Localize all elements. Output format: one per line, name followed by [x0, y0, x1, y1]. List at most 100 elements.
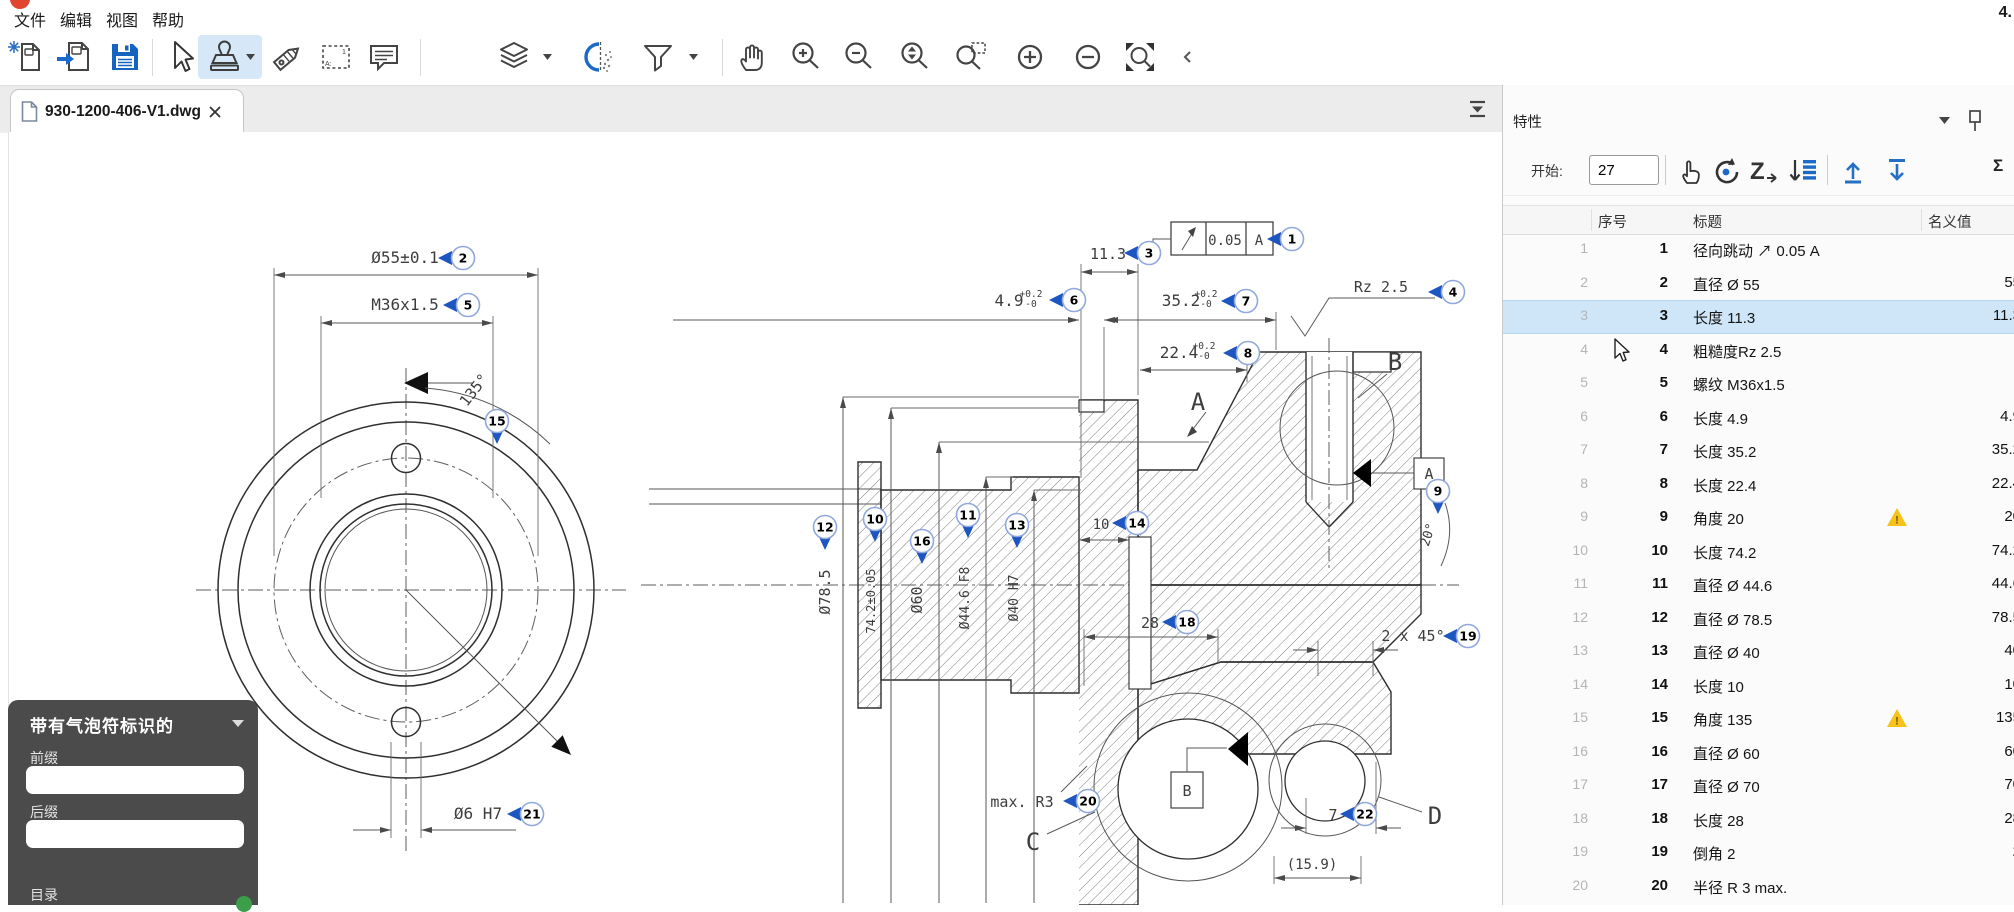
- mirror-view-button[interactable]: [578, 35, 622, 79]
- comment-button[interactable]: [362, 35, 406, 79]
- close-icon[interactable]: [208, 105, 222, 119]
- property-row-9[interactable]: 99角度 20!20: [1503, 501, 2014, 535]
- sort-list-icon[interactable]: [1787, 155, 1819, 187]
- property-row-20[interactable]: 2020半径 R 3 max.: [1503, 870, 2014, 904]
- document-tab[interactable]: 930-1200-406-V1.dwg: [10, 89, 244, 133]
- dim-text[interactable]: B: [1182, 782, 1191, 800]
- zoom-dynamic-button[interactable]: [893, 35, 937, 79]
- layers-button[interactable]: [492, 35, 536, 79]
- balloon-stamp-button[interactable]: [198, 35, 262, 79]
- collapse-toolbar-button[interactable]: [1178, 35, 1196, 79]
- dim-text[interactable]: 10: [1093, 517, 1110, 533]
- property-row-1[interactable]: 11径向跳动 ↗ 0.05 A: [1503, 233, 2014, 267]
- balloon-21[interactable]: 21: [507, 803, 544, 826]
- balloon-6[interactable]: 6: [1049, 289, 1086, 312]
- dim-text[interactable]: 135°: [456, 370, 492, 410]
- property-row-11[interactable]: 1111直径 Ø 44.644.6: [1503, 568, 2014, 602]
- property-row-19[interactable]: 1919倒角 22: [1503, 836, 2014, 870]
- balloon-8[interactable]: 8: [1223, 342, 1260, 365]
- area-select-button[interactable]: A:1: [314, 35, 358, 79]
- chevron-down-icon[interactable]: [246, 54, 255, 61]
- dim-text[interactable]: C: [1026, 828, 1040, 856]
- property-row-4[interactable]: 44粗糙度Rz 2.5: [1503, 334, 2014, 368]
- panel-collapse-icon[interactable]: [1939, 117, 1950, 125]
- balloon-20[interactable]: 20: [1063, 790, 1100, 813]
- dim-text[interactable]: max. R3: [990, 793, 1053, 811]
- property-row-3[interactable]: 33长度 11.311.3: [1503, 300, 2014, 334]
- pin-icon[interactable]: [1965, 109, 1987, 133]
- toggle-indicator[interactable]: [236, 896, 252, 912]
- zoom-in-button[interactable]: [784, 35, 828, 79]
- filter-dropdown[interactable]: [686, 35, 700, 79]
- col-seq[interactable]: 序号: [1598, 211, 1627, 232]
- property-row-5[interactable]: 55螺纹 M36x1.5: [1503, 367, 2014, 401]
- dim-text[interactable]: (15.9): [1287, 857, 1338, 873]
- property-row-14[interactable]: 1414长度 1010: [1503, 669, 2014, 703]
- dim-text[interactable]: Rz 2.5: [1354, 278, 1408, 296]
- z-order-icon[interactable]: Z: [1747, 155, 1781, 187]
- menu-view[interactable]: 视图: [106, 7, 138, 31]
- increase-button[interactable]: [1008, 35, 1052, 79]
- property-row-13[interactable]: 1313直径 Ø 4040: [1503, 635, 2014, 669]
- balloon-3[interactable]: 3: [1124, 242, 1161, 265]
- property-row-2[interactable]: 22直径 Ø 5555: [1503, 267, 2014, 301]
- property-row-8[interactable]: 88长度 22.422.4: [1503, 468, 2014, 502]
- property-row-17[interactable]: 1717直径 Ø 7070: [1503, 769, 2014, 803]
- zoom-out-button[interactable]: [837, 35, 881, 79]
- rotate-icon[interactable]: [1709, 155, 1743, 187]
- hand-pick-icon[interactable]: [1675, 155, 1705, 187]
- dim-text[interactable]: 2 x 45°: [1381, 627, 1444, 645]
- suffix-input[interactable]: [26, 820, 244, 848]
- start-number-input[interactable]: [1589, 155, 1659, 185]
- balloon-9[interactable]: 9: [1427, 480, 1450, 515]
- dim-text[interactable]: Ø78.5: [816, 569, 834, 614]
- prefix-input[interactable]: [26, 766, 244, 794]
- property-row-6[interactable]: 66长度 4.94.9: [1503, 401, 2014, 435]
- property-row-15[interactable]: 1515角度 135!135: [1503, 702, 2014, 736]
- dim-text[interactable]: Ø55±0.1: [371, 248, 438, 267]
- collapse-caret-icon[interactable]: [232, 720, 244, 728]
- balloon-7[interactable]: 7: [1221, 290, 1258, 313]
- menu-file[interactable]: 文件: [14, 7, 46, 31]
- dim-text[interactable]: 7: [1328, 806, 1337, 824]
- col-title[interactable]: 标题: [1693, 211, 1722, 232]
- decrease-button[interactable]: [1066, 35, 1110, 79]
- tab-list-button[interactable]: [1468, 98, 1488, 125]
- balloon-19[interactable]: 19: [1443, 625, 1480, 648]
- dim-text[interactable]: Ø6 H7: [454, 804, 502, 823]
- dim-text[interactable]: Ø44.6 F8: [958, 567, 973, 630]
- dim-text[interactable]: 11.3: [1090, 245, 1126, 263]
- property-row-12[interactable]: 1212直径 Ø 78.578.5: [1503, 602, 2014, 636]
- menu-edit[interactable]: 编辑: [60, 7, 92, 31]
- save-button[interactable]: [102, 35, 146, 79]
- open-document-button[interactable]: [54, 35, 98, 79]
- property-row-7[interactable]: 77长度 35.235.2: [1503, 434, 2014, 468]
- dim-text[interactable]: A: [1255, 233, 1264, 249]
- property-row-18[interactable]: 1818长度 2828: [1503, 803, 2014, 837]
- dim-text[interactable]: A: [1191, 388, 1206, 416]
- col-nominal[interactable]: 名义值: [1928, 211, 1972, 232]
- new-document-button[interactable]: [6, 35, 50, 79]
- zoom-window-button[interactable]: [950, 35, 994, 79]
- balloon-2[interactable]: 2: [438, 247, 475, 270]
- balloon-12[interactable]: 12: [814, 516, 837, 551]
- balloon-15[interactable]: 15: [486, 410, 509, 445]
- dim-text[interactable]: Ø60: [908, 586, 926, 613]
- sum-icon[interactable]: Σ: [1993, 156, 2003, 176]
- dim-text[interactable]: Ø40 H7: [1007, 575, 1022, 622]
- balloon-5[interactable]: 5: [443, 294, 480, 317]
- move-up-icon[interactable]: [1839, 155, 1869, 187]
- move-down-icon[interactable]: [1883, 155, 1913, 187]
- balloon-4[interactable]: 4: [1428, 281, 1465, 304]
- property-row-10[interactable]: 1010长度 74.274.2: [1503, 535, 2014, 569]
- dim-text[interactable]: B: [1388, 348, 1402, 376]
- tag-button[interactable]: [266, 35, 310, 79]
- property-row-16[interactable]: 1616直径 Ø 6060: [1503, 736, 2014, 770]
- layers-dropdown[interactable]: [540, 35, 554, 79]
- dim-text[interactable]: 74.2±0.05: [864, 568, 878, 633]
- pan-button[interactable]: [731, 35, 775, 79]
- dim-text[interactable]: 28: [1141, 614, 1159, 632]
- zoom-extents-button[interactable]: [1118, 35, 1162, 79]
- dim-text[interactable]: D: [1428, 802, 1442, 830]
- filter-button[interactable]: [636, 35, 680, 79]
